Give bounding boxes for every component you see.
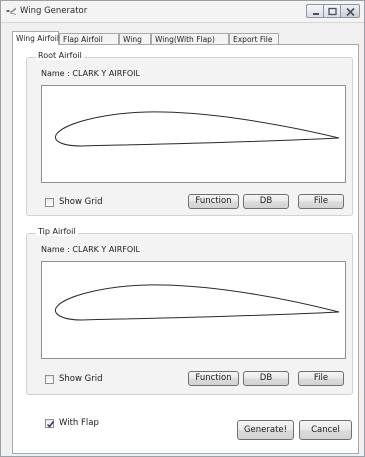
root-airfoil-plot[interactable] [41, 85, 346, 183]
tip-airfoil-name: Name : CLARK Y AIRFOIL [41, 245, 140, 254]
cancel-button[interactable]: Cancel [299, 420, 352, 440]
root-db-button[interactable]: DB [243, 194, 289, 209]
root-airfoil-title: Root Airfoil [36, 51, 84, 60]
tip-show-grid-box[interactable] [45, 375, 54, 384]
tip-airfoil-title: Tip Airfoil [36, 227, 78, 236]
root-airfoil-profile [54, 111, 340, 147]
root-show-grid-checkbox[interactable]: Show Grid [45, 197, 125, 209]
root-airfoil-name: Name : CLARK Y AIRFOIL [41, 69, 140, 78]
root-show-grid-label: Show Grid [59, 197, 103, 207]
tip-file-button[interactable]: File [298, 371, 344, 386]
root-function-button[interactable]: Function [188, 194, 239, 209]
tip-airfoil-profile [54, 284, 340, 321]
checkmark-icon [46, 421, 55, 428]
root-show-grid-box[interactable] [45, 198, 54, 207]
tab-export-file[interactable]: Export File [229, 33, 279, 44]
maximize-icon [328, 7, 337, 16]
tab-wing-airfoil[interactable]: Wing Airfoil [12, 31, 59, 45]
wing-generator-window: Wing Generator Wing Airfoil Flap Airfoil… [0, 0, 365, 457]
with-flap-box[interactable] [45, 419, 55, 428]
window-title: Wing Generator [20, 6, 88, 16]
title-bar[interactable]: Wing Generator [1, 1, 364, 23]
tab-wing[interactable]: Wing [119, 33, 151, 44]
close-icon [346, 7, 355, 17]
wing-app-icon [6, 7, 17, 15]
close-button[interactable] [341, 4, 360, 18]
tip-show-grid-checkbox[interactable]: Show Grid [45, 374, 125, 386]
tip-show-grid-label: Show Grid [59, 374, 103, 384]
minimize-icon [313, 13, 319, 15]
tip-function-button[interactable]: Function [188, 371, 239, 386]
tab-wing-with-flap[interactable]: Wing(With Flap) [151, 33, 229, 44]
generate-button[interactable]: Generate! [237, 420, 294, 440]
tab-flap-airfoil[interactable]: Flap Airfoil [59, 33, 119, 44]
with-flap-checkbox[interactable]: With Flap [45, 418, 125, 430]
tip-airfoil-plot[interactable] [41, 261, 346, 359]
root-file-button[interactable]: File [298, 194, 344, 209]
maximize-button[interactable] [324, 4, 341, 18]
with-flap-label: With Flap [59, 418, 99, 428]
minimize-button[interactable] [306, 4, 324, 18]
tip-db-button[interactable]: DB [243, 371, 289, 386]
